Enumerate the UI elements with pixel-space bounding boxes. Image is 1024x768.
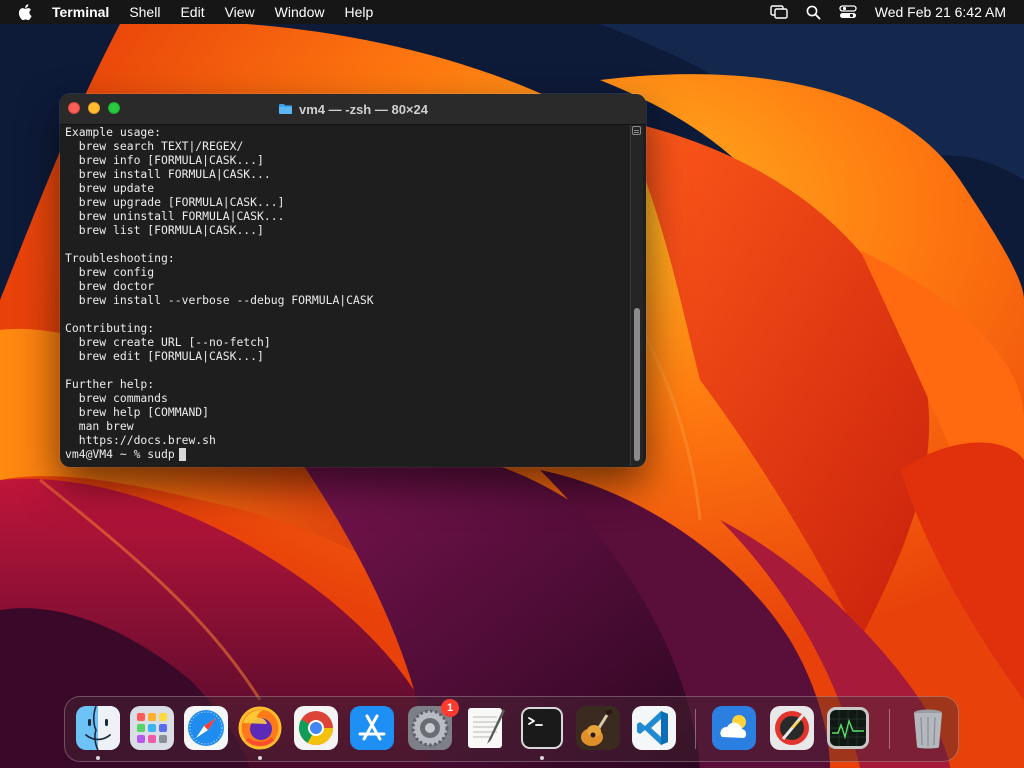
dock-separator (695, 709, 696, 749)
textedit-icon (468, 708, 505, 748)
running-indicator (258, 756, 262, 760)
dock-system-settings[interactable]: 1 (407, 699, 459, 751)
dock-firefox[interactable] (237, 705, 283, 760)
weather-icon (712, 706, 756, 750)
minimize-button[interactable] (88, 102, 100, 114)
menu-bar-status: Wed Feb 21 6:42 AM (752, 0, 1006, 24)
dock-weather[interactable] (711, 705, 757, 751)
command-input[interactable]: sudp (147, 447, 174, 461)
apple-logo-icon[interactable] (18, 3, 34, 21)
running-indicator (96, 756, 100, 760)
dock-separator (889, 709, 890, 749)
dock-trash[interactable] (905, 705, 951, 751)
terminal-icon (521, 707, 563, 749)
menu-help[interactable]: Help (344, 4, 373, 20)
dock-terminal[interactable] (519, 705, 565, 760)
dock-activity-monitor[interactable] (825, 705, 871, 751)
scrollbar-menu-icon[interactable] (632, 126, 641, 135)
menu-window[interactable]: Window (275, 4, 325, 20)
chrome-icon (294, 706, 338, 750)
terminal-window: vm4 — -zsh — 80×24 Example usage: brew s… (60, 94, 646, 467)
dock-launchpad[interactable] (129, 705, 175, 751)
window-title: vm4 — -zsh — 80×24 (278, 102, 428, 117)
safari-icon (184, 706, 228, 750)
dock-vscode[interactable] (631, 705, 677, 751)
menu-bar: Terminal Shell Edit View Window Help Wed… (0, 0, 1024, 24)
window-titlebar[interactable]: vm4 — -zsh — 80×24 (60, 94, 646, 125)
launchpad-icon (130, 706, 174, 750)
dock-finder[interactable] (75, 705, 121, 760)
vertical-scrollbar[interactable] (630, 125, 643, 466)
app-store-icon (350, 706, 394, 750)
close-button[interactable] (68, 102, 80, 114)
screen-mirroring-icon[interactable] (770, 5, 788, 19)
control-center-icon[interactable] (839, 5, 857, 19)
finder-icon (76, 705, 120, 751)
notification-badge: 1 (441, 699, 459, 717)
trash-icon (914, 709, 942, 749)
menu-shell[interactable]: Shell (129, 4, 160, 20)
traffic-lights (68, 102, 128, 114)
menu-view[interactable]: View (225, 4, 255, 20)
dock-instruments[interactable] (769, 705, 815, 751)
terminal-content[interactable]: Example usage: brew search TEXT|/REGEX/ … (60, 125, 630, 467)
zoom-button[interactable] (108, 102, 120, 114)
text-cursor (178, 447, 186, 461)
dock-textedit[interactable] (463, 705, 509, 751)
search-icon[interactable] (806, 5, 821, 20)
dock-garageband[interactable] (575, 705, 621, 751)
scrollbar-thumb[interactable] (634, 308, 640, 461)
menu-edit[interactable]: Edit (180, 4, 204, 20)
activity-monitor-icon (827, 707, 869, 749)
dock: 1 (64, 696, 959, 762)
menu-clock[interactable]: Wed Feb 21 6:42 AM (875, 4, 1006, 20)
dock-chrome[interactable] (293, 705, 339, 751)
running-indicator (540, 756, 544, 760)
terminal-output: Example usage: brew search TEXT|/REGEX/ … (65, 125, 374, 447)
vscode-icon (632, 706, 676, 750)
prompt-line[interactable]: vm4@VM4 ~ % sudp (65, 447, 630, 461)
dock-safari[interactable] (183, 705, 229, 751)
garageband-icon (576, 706, 620, 750)
firefox-icon (238, 706, 282, 750)
menu-app-name[interactable]: Terminal (52, 4, 109, 20)
instruments-icon (770, 706, 814, 750)
dock-app-store[interactable] (349, 705, 395, 751)
window-title-text: vm4 — -zsh — 80×24 (299, 101, 428, 117)
shell-prompt: vm4@VM4 ~ % (65, 447, 148, 461)
folder-icon (278, 103, 293, 115)
